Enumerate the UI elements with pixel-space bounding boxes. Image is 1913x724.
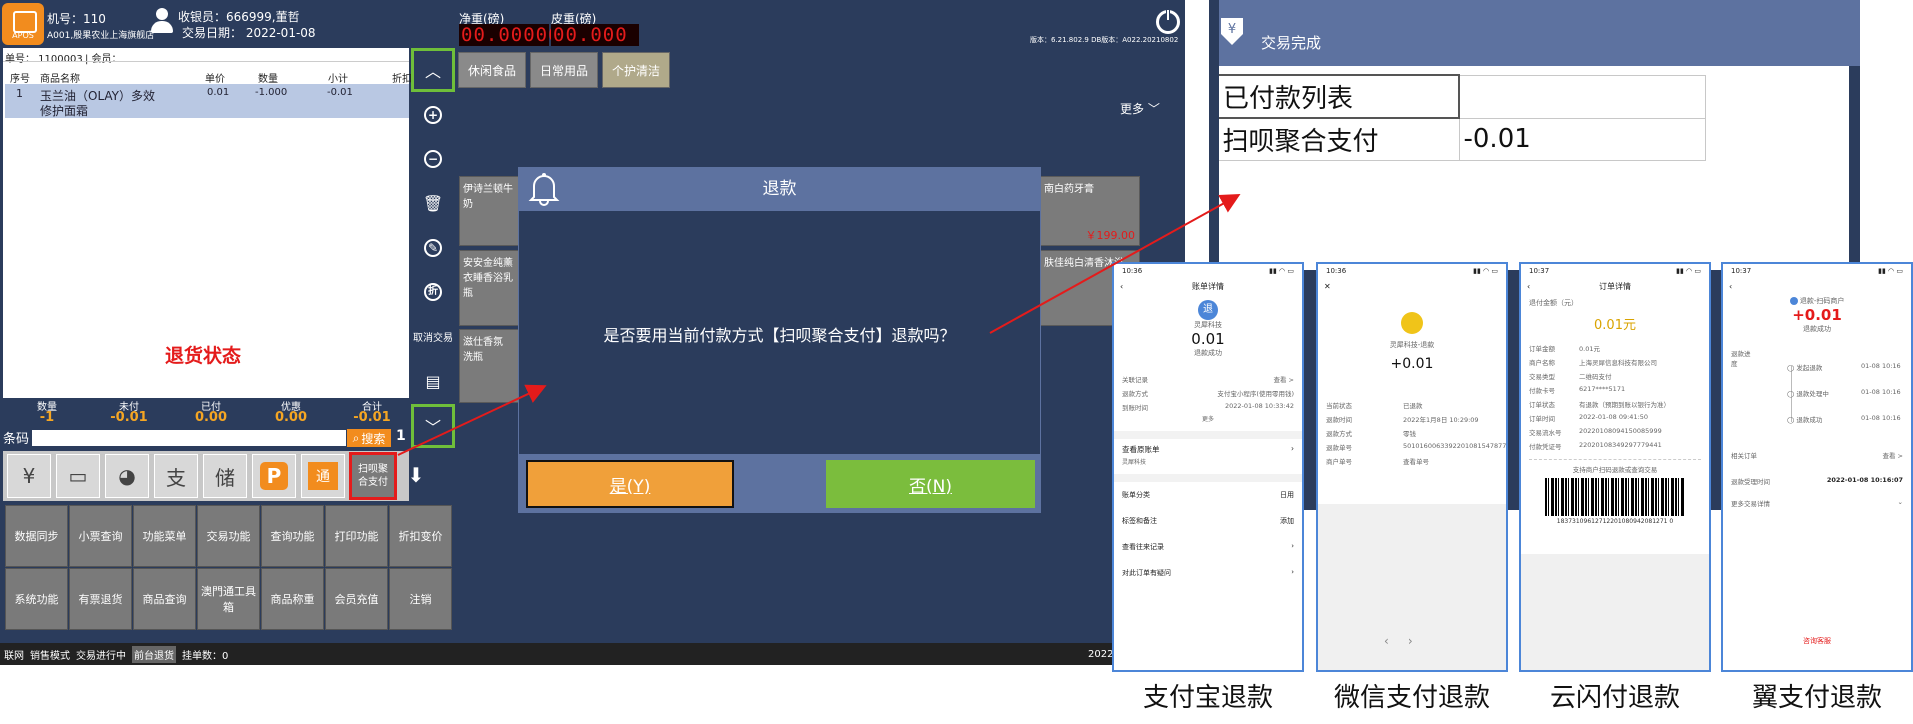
arrow-to-dialog [397, 384, 547, 456]
arrow-to-done [989, 194, 1241, 334]
annotation-arrows [397, 194, 1241, 456]
